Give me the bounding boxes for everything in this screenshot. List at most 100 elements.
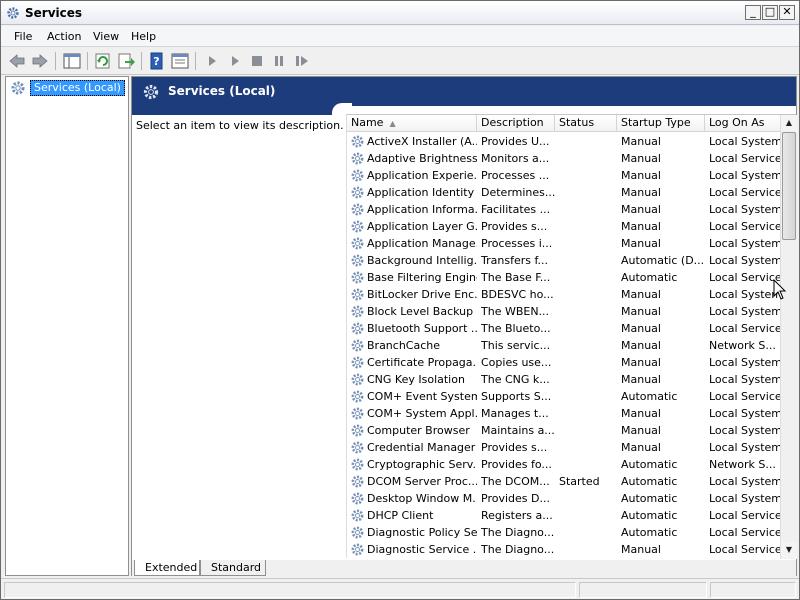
column-header-label: Log On As bbox=[709, 116, 765, 129]
table-row[interactable]: COM+ Event System Supports S... Automatic L… bbox=[347, 388, 780, 405]
toolbar: ? bbox=[1, 48, 799, 75]
back-icon[interactable] bbox=[7, 52, 27, 70]
cell-startup-type: Automatic (D... bbox=[621, 254, 705, 267]
resume-service-icon[interactable] bbox=[292, 52, 312, 70]
column-header-startup-type[interactable]: Startup Type bbox=[617, 115, 705, 132]
table-row[interactable]: DCOM Server Proc... The DCOM... Started Aut… bbox=[347, 473, 780, 490]
table-row[interactable]: BranchCache This servic... Manual Network S… bbox=[347, 337, 780, 354]
table-row[interactable]: COM+ System Appl... Manages t... Manual Loc… bbox=[347, 405, 780, 422]
table-row[interactable]: Diagnostic Policy Se... The Diagno... Auto… bbox=[347, 524, 780, 541]
service-gear-icon bbox=[351, 169, 364, 182]
refresh-icon[interactable] bbox=[93, 52, 113, 70]
menu-help[interactable]: Help bbox=[131, 30, 156, 43]
table-row[interactable]: Block Level Backup ... The WBEN... Manual L… bbox=[347, 303, 780, 320]
cell-startup-type: Automatic bbox=[621, 526, 678, 539]
cell-name: Adaptive Brightness bbox=[367, 152, 477, 165]
stop-service-icon[interactable] bbox=[247, 52, 267, 70]
table-row[interactable]: ActiveX Installer (A... Provides U... Manu… bbox=[347, 133, 780, 150]
tab-extended[interactable]: Extended bbox=[134, 560, 200, 576]
column-header-name[interactable]: Name ▲ bbox=[347, 115, 477, 132]
cell-description: Provides D... bbox=[481, 492, 550, 505]
tree-item-services-local[interactable]: Services (Local) bbox=[10, 80, 125, 96]
cell-name: Cryptographic Serv... bbox=[367, 458, 477, 471]
cell-startup-type: Automatic bbox=[621, 492, 678, 505]
cell-log-on-as: Local Service bbox=[709, 271, 780, 284]
cell-description: Copies use... bbox=[481, 356, 552, 369]
services-list: Name ▲ Description Status Startup Type Lo… bbox=[346, 114, 797, 559]
table-row[interactable]: Computer Browser Maintains a... Manual Loca… bbox=[347, 422, 780, 439]
service-gear-icon bbox=[351, 339, 364, 352]
cell-status bbox=[559, 439, 617, 456]
scroll-up-button[interactable]: ▲ bbox=[781, 115, 797, 131]
menu-file[interactable]: File bbox=[14, 30, 32, 43]
cell-name: Diagnostic Service ... bbox=[367, 543, 477, 556]
table-row[interactable]: Diagnostic Service ... The Diagno... Manua… bbox=[347, 541, 780, 558]
menu-view[interactable]: View bbox=[93, 30, 119, 43]
cell-description: Provides s... bbox=[481, 220, 548, 233]
cell-log-on-as: Local System bbox=[709, 492, 780, 505]
help-icon[interactable]: ? bbox=[147, 52, 167, 70]
table-row[interactable]: Application Manage... Processes i... Manua… bbox=[347, 235, 780, 252]
table-row[interactable]: Application Informa... Facilitates ... Man… bbox=[347, 201, 780, 218]
cell-log-on-as: Local System bbox=[709, 288, 780, 301]
services-gear-icon bbox=[11, 81, 25, 95]
column-header-status[interactable]: Status bbox=[555, 115, 617, 132]
cell-description: Processes ... bbox=[481, 169, 550, 182]
start-service-icon[interactable] bbox=[202, 52, 222, 70]
maximize-button[interactable]: □ bbox=[762, 5, 778, 20]
show-hide-console-tree-icon[interactable] bbox=[62, 52, 82, 70]
cell-startup-type: Manual bbox=[621, 152, 661, 165]
cell-description: This servic... bbox=[481, 339, 551, 352]
table-row[interactable]: Desktop Window M... Provides D... Automati… bbox=[347, 490, 780, 507]
table-row[interactable]: Application Identity Determines... Manual L… bbox=[347, 184, 780, 201]
details-header: Services (Local) bbox=[132, 77, 796, 106]
cell-name: DCOM Server Proc... bbox=[367, 475, 477, 488]
cell-description: Determines... bbox=[481, 186, 555, 199]
table-row[interactable]: BitLocker Drive Enc... BDESVC ho... Manual… bbox=[347, 286, 780, 303]
cell-name: Diagnostic Policy Se... bbox=[367, 526, 477, 539]
close-button[interactable]: ✕ bbox=[779, 5, 795, 20]
table-row[interactable]: Background Intellig... Transfers f... Auto… bbox=[347, 252, 780, 269]
cell-status bbox=[559, 456, 617, 473]
list-rows: ActiveX Installer (A... Provides U... Manu… bbox=[347, 133, 780, 558]
column-header-description[interactable]: Description bbox=[477, 115, 555, 132]
table-row[interactable]: DHCP Client Registers a... Automatic Local … bbox=[347, 507, 780, 524]
cell-name: Background Intellig... bbox=[367, 254, 477, 267]
column-header-log-on-as[interactable]: Log On As bbox=[705, 115, 780, 132]
scroll-down-button[interactable]: ▼ bbox=[781, 542, 797, 558]
table-row[interactable]: Base Filtering Engine The Base F... Automa… bbox=[347, 269, 780, 286]
column-header-label: Startup Type bbox=[621, 116, 691, 129]
vertical-scrollbar[interactable]: ▲ ▼ bbox=[780, 115, 797, 559]
table-row[interactable]: Application Experie... Processes ... Manua… bbox=[347, 167, 780, 184]
cell-status bbox=[559, 201, 617, 218]
cell-log-on-as: Local System bbox=[709, 356, 780, 369]
properties-icon[interactable] bbox=[170, 52, 190, 70]
table-row[interactable]: Adaptive Brightness Monitors a... Manual Lo… bbox=[347, 150, 780, 167]
pause-service-icon[interactable] bbox=[269, 52, 289, 70]
tab-standard[interactable]: Standard bbox=[200, 560, 266, 576]
table-row[interactable]: Application Layer G... Provides s... Manua… bbox=[347, 218, 780, 235]
service-gear-icon bbox=[351, 271, 364, 284]
cell-startup-type: Manual bbox=[621, 169, 661, 182]
table-row[interactable]: Bluetooth Support ... The Blueto... Manual… bbox=[347, 320, 780, 337]
service-gear-icon bbox=[351, 543, 364, 556]
table-row[interactable]: CNG Key Isolation The CNG k... Manual Local… bbox=[347, 371, 780, 388]
title-bar[interactable]: Services _ □ ✕ bbox=[1, 1, 799, 25]
cell-status bbox=[559, 490, 617, 507]
table-row[interactable]: Credential Manager Provides s... Manual Loc… bbox=[347, 439, 780, 456]
menu-action[interactable]: Action bbox=[47, 30, 81, 43]
table-row[interactable]: Cryptographic Serv... Provides fo... Autom… bbox=[347, 456, 780, 473]
forward-icon[interactable] bbox=[30, 52, 50, 70]
service-gear-icon bbox=[351, 424, 364, 437]
minimize-button[interactable]: _ bbox=[745, 5, 761, 20]
export-list-icon[interactable] bbox=[116, 52, 136, 70]
start-service-alt-icon[interactable] bbox=[225, 52, 245, 70]
cell-status bbox=[559, 133, 617, 150]
cell-description: Facilitates ... bbox=[481, 203, 551, 216]
services-gear-icon bbox=[7, 7, 19, 19]
cell-status bbox=[559, 371, 617, 388]
scroll-thumb[interactable] bbox=[782, 132, 796, 240]
menu-bar: File Action View Help bbox=[1, 26, 799, 47]
table-row[interactable]: Certificate Propaga... Copies use... Manua… bbox=[347, 354, 780, 371]
toolbar-separator bbox=[141, 52, 142, 70]
